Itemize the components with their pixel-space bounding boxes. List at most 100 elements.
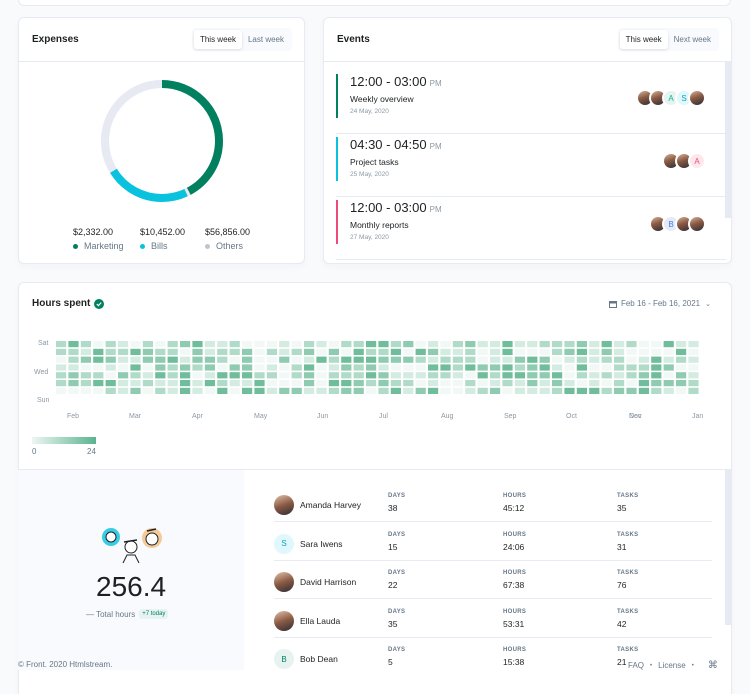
heatmap-cell[interactable]	[440, 372, 451, 379]
heatmap-cell[interactable]	[626, 387, 637, 394]
heatmap-cell[interactable]	[279, 364, 290, 371]
heatmap-cell[interactable]	[502, 356, 513, 363]
heatmap-cell[interactable]	[341, 348, 352, 355]
heatmap-cell[interactable]	[242, 387, 253, 394]
heatmap-cell[interactable]	[614, 341, 625, 348]
heatmap-cell[interactable]	[564, 341, 575, 348]
heatmap-cell[interactable]	[378, 387, 389, 394]
heatmap-cell[interactable]	[514, 364, 525, 371]
heatmap-cell[interactable]	[142, 380, 153, 387]
heatmap-cell[interactable]	[378, 372, 389, 379]
heatmap-cell[interactable]	[229, 387, 240, 394]
heatmap-cell[interactable]	[366, 387, 377, 394]
heatmap-cell[interactable]	[204, 348, 215, 355]
heatmap-cell[interactable]	[105, 372, 116, 379]
heatmap-cell[interactable]	[626, 356, 637, 363]
heatmap-cell[interactable]	[626, 348, 637, 355]
heatmap-cell[interactable]	[167, 387, 178, 394]
heatmap-cell[interactable]	[688, 372, 699, 379]
heatmap-cell[interactable]	[366, 348, 377, 355]
heatmap-cell[interactable]	[663, 356, 674, 363]
heatmap-cell[interactable]	[167, 364, 178, 371]
heatmap-cell[interactable]	[68, 348, 79, 355]
heatmap-cell[interactable]	[676, 380, 687, 387]
heatmap-cell[interactable]	[105, 380, 116, 387]
heatmap-cell[interactable]	[614, 364, 625, 371]
heatmap-cell[interactable]	[415, 380, 426, 387]
heatmap-cell[interactable]	[490, 387, 501, 394]
heatmap-cell[interactable]	[242, 341, 253, 348]
heatmap-cell[interactable]	[539, 348, 550, 355]
heatmap-cell[interactable]	[552, 341, 563, 348]
event-item[interactable]: 12:00 - 03:00 PM Monthly reports 27 May, 20…	[336, 200, 726, 260]
heatmap-cell[interactable]	[614, 387, 625, 394]
heatmap-cell[interactable]	[204, 380, 215, 387]
heatmap-cell[interactable]	[440, 364, 451, 371]
heatmap-cell[interactable]	[316, 380, 327, 387]
heatmap-cell[interactable]	[93, 356, 104, 363]
heatmap-cell[interactable]	[614, 372, 625, 379]
heatmap-cell[interactable]	[366, 364, 377, 371]
heatmap-cell[interactable]	[415, 372, 426, 379]
heatmap-cell[interactable]	[676, 356, 687, 363]
footer-link-faq[interactable]: FAQ	[628, 661, 644, 670]
heatmap-cell[interactable]	[589, 356, 600, 363]
heatmap-cell[interactable]	[663, 387, 674, 394]
heatmap-cell[interactable]	[56, 380, 67, 387]
heatmap-cell[interactable]	[304, 387, 315, 394]
heatmap-cell[interactable]	[527, 364, 538, 371]
heatmap-cell[interactable]	[142, 356, 153, 363]
heatmap-cell[interactable]	[142, 387, 153, 394]
heatmap-cell[interactable]	[118, 364, 129, 371]
heatmap-cell[interactable]	[266, 364, 277, 371]
heatmap-cell[interactable]	[490, 348, 501, 355]
heatmap-cell[interactable]	[527, 341, 538, 348]
heatmap-cell[interactable]	[490, 372, 501, 379]
heatmap-cell[interactable]	[316, 341, 327, 348]
heatmap-cell[interactable]	[576, 364, 587, 371]
heatmap-cell[interactable]	[155, 372, 166, 379]
heatmap-cell[interactable]	[514, 372, 525, 379]
heatmap-cell[interactable]	[601, 341, 612, 348]
heatmap-cell[interactable]	[118, 348, 129, 355]
heatmap-cell[interactable]	[105, 348, 116, 355]
heatmap-cell[interactable]	[688, 380, 699, 387]
heatmap-cell[interactable]	[254, 348, 265, 355]
heatmap-cell[interactable]	[415, 348, 426, 355]
event-item[interactable]: 04:30 - 04:50 PM Project tasks 25 May, 2020…	[336, 137, 726, 197]
heatmap-cell[interactable]	[452, 387, 463, 394]
heatmap-cell[interactable]	[378, 341, 389, 348]
heatmap-cell[interactable]	[514, 356, 525, 363]
heatmap-cell[interactable]	[576, 356, 587, 363]
heatmap-cell[interactable]	[688, 364, 699, 371]
heatmap-cell[interactable]	[353, 356, 364, 363]
heatmap-cell[interactable]	[676, 341, 687, 348]
heatmap-cell[interactable]	[80, 341, 91, 348]
heatmap-cell[interactable]	[378, 380, 389, 387]
heatmap-cell[interactable]	[341, 364, 352, 371]
heatmap-cell[interactable]	[428, 356, 439, 363]
event-attendees[interactable]: AS	[636, 89, 706, 107]
heatmap-cell[interactable]	[242, 380, 253, 387]
heatmap-cell[interactable]	[291, 348, 302, 355]
heatmap-cell[interactable]	[589, 372, 600, 379]
heatmap-cell[interactable]	[254, 387, 265, 394]
heatmap-cell[interactable]	[93, 341, 104, 348]
heatmap-cell[interactable]	[328, 387, 339, 394]
heatmap-cell[interactable]	[403, 364, 414, 371]
heatmap-cell[interactable]	[366, 380, 377, 387]
heatmap-cell[interactable]	[180, 364, 191, 371]
heatmap-cell[interactable]	[477, 372, 488, 379]
heatmap-cell[interactable]	[638, 341, 649, 348]
tab-this-week[interactable]: This week	[619, 30, 668, 49]
heatmap-cell[interactable]	[601, 372, 612, 379]
heatmap-cell[interactable]	[663, 380, 674, 387]
heatmap-cell[interactable]	[452, 356, 463, 363]
heatmap-cell[interactable]	[601, 348, 612, 355]
heatmap-cell[interactable]	[651, 387, 662, 394]
heatmap-cell[interactable]	[477, 387, 488, 394]
heatmap-cell[interactable]	[80, 348, 91, 355]
heatmap-cell[interactable]	[242, 348, 253, 355]
heatmap-cell[interactable]	[304, 372, 315, 379]
heatmap-cell[interactable]	[601, 356, 612, 363]
